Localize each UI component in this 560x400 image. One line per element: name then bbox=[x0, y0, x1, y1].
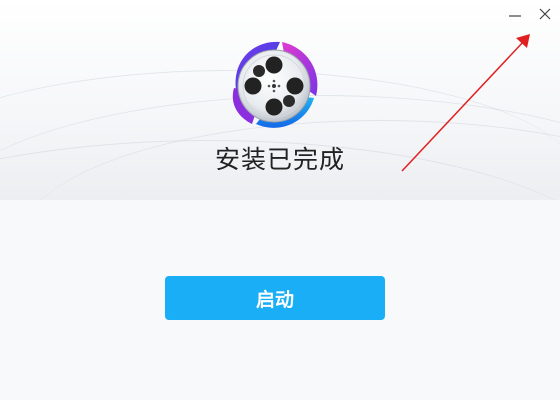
install-complete-title: 安装已完成 bbox=[214, 145, 345, 174]
close-icon bbox=[539, 8, 551, 20]
film-reel-icon bbox=[232, 41, 318, 128]
installer-window: 安装已完成 启动 bbox=[0, 0, 560, 400]
close-button[interactable] bbox=[530, 1, 560, 27]
window-controls bbox=[500, 0, 560, 28]
launch-button[interactable]: 启动 bbox=[165, 276, 385, 320]
minimize-button[interactable] bbox=[500, 1, 530, 27]
minimize-icon bbox=[509, 15, 521, 17]
